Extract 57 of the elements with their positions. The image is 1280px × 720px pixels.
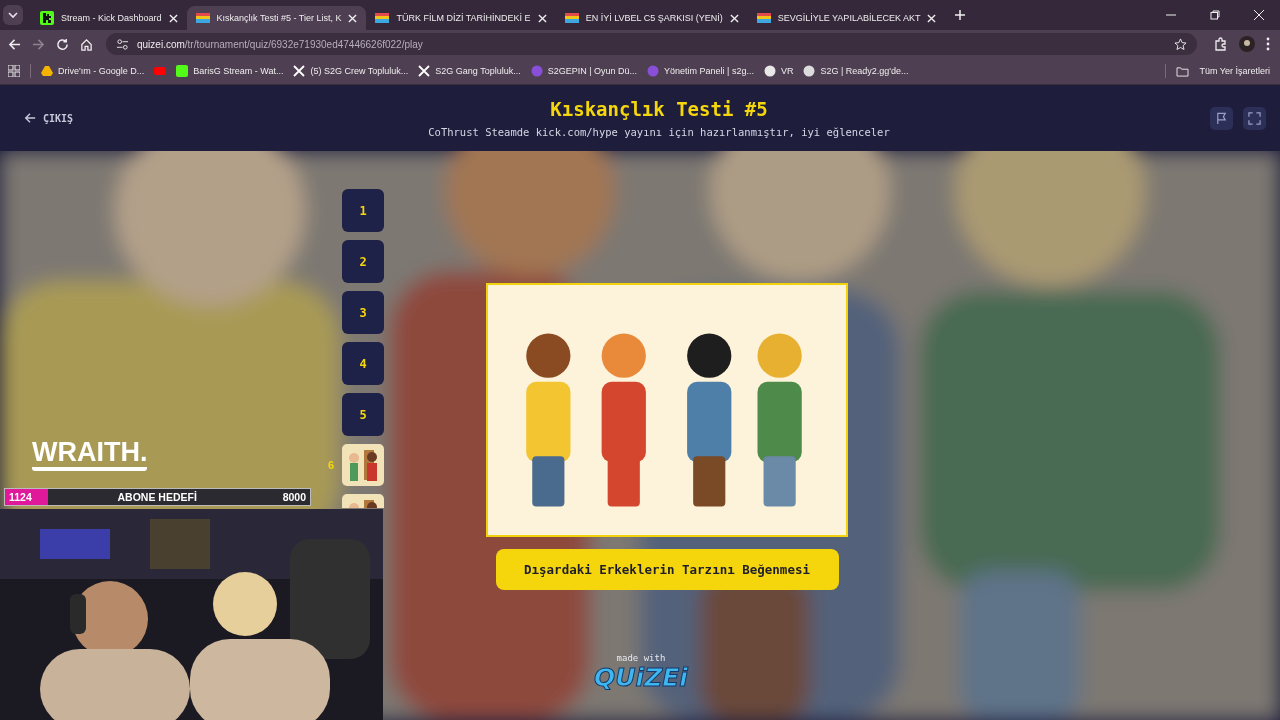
- back-arrow-icon: [24, 112, 36, 124]
- new-tab-icon[interactable]: [955, 10, 966, 20]
- rainbow-icon: [756, 13, 771, 23]
- fullscreen-icon: [1248, 111, 1261, 125]
- browser-tab[interactable]: Kıskançlık Testi #5 - Tier List, K: [186, 6, 367, 30]
- close-icon[interactable]: [927, 13, 937, 23]
- browser-tab[interactable]: SEVGİLİYLE YAPILABİLECEK AKT: [747, 6, 946, 30]
- x-icon: [418, 65, 431, 77]
- bookmark-link[interactable]: BarisG Stream - Wat...: [193, 66, 284, 76]
- browser-tab[interactable]: TÜRK FİLM DİZİ TARİHİNDEKİ E: [366, 6, 556, 30]
- browser-tab[interactable]: Stream - Kick Dashboard: [31, 6, 187, 30]
- all-bookmarks-link[interactable]: Tüm Yer İşaretleri: [1199, 66, 1270, 76]
- report-button[interactable]: [1210, 106, 1233, 130]
- reload-icon[interactable]: [56, 37, 69, 51]
- close-icon[interactable]: [168, 13, 178, 23]
- avatar-icon[interactable]: [1239, 36, 1255, 52]
- play-icon: [154, 65, 167, 77]
- x-icon: [293, 65, 306, 77]
- bookmark-link[interactable]: S2G Gang Topluluk...: [435, 66, 521, 76]
- address-bar[interactable]: quizei.com/tr/tournament/quiz/6932e71930ed47446626f022/play: [106, 33, 1197, 55]
- restore-icon[interactable]: [1210, 10, 1220, 20]
- kick-icon: [40, 11, 54, 25]
- favicon-icon: [176, 65, 189, 77]
- quiz-title: Kıskançlık Testi #5: [549, 98, 769, 120]
- exit-button[interactable]: ÇIKIŞ: [18, 111, 218, 125]
- browser-tab[interactable]: EN İYİ LVBEL C5 ŞARKISI (YENİ): [555, 6, 748, 30]
- star-icon[interactable]: [1174, 37, 1187, 51]
- tab-search-icon[interactable]: [3, 5, 23, 25]
- close-icon[interactable]: [348, 13, 358, 23]
- home-icon[interactable]: [80, 37, 93, 51]
- quiz-subtitle: CoThrust Steamde kick.com/hype yayını için hazırlanmıştır, iyi eğlenceler: [427, 126, 891, 138]
- bookmark-link[interactable]: S2G | Ready2.gg'de...: [820, 66, 909, 76]
- rainbow-icon: [564, 13, 579, 23]
- menu-icon[interactable]: [1266, 37, 1270, 51]
- favicon-icon: [647, 65, 660, 77]
- bookmark-link[interactable]: Drive'ım - Google D...: [58, 66, 145, 76]
- favicon-icon: [763, 65, 776, 77]
- favicon-icon: [530, 65, 543, 77]
- rainbow-icon: [195, 13, 210, 23]
- apps-icon[interactable]: [8, 65, 20, 77]
- puzzle-icon[interactable]: [1214, 37, 1228, 51]
- fullscreen-button[interactable]: [1243, 106, 1266, 130]
- close-icon[interactable]: [537, 13, 547, 23]
- folder-icon: [1176, 65, 1190, 77]
- flag-icon: [1215, 111, 1228, 125]
- close-icon[interactable]: [729, 13, 739, 23]
- globe-icon: [803, 65, 816, 77]
- forward-icon[interactable]: [32, 37, 45, 51]
- bookmark-link[interactable]: S2GEPIN | Oyun Dü...: [547, 66, 638, 76]
- back-icon[interactable]: [8, 37, 21, 51]
- bookmark-link[interactable]: VR: [780, 66, 794, 76]
- close-icon[interactable]: [1254, 10, 1264, 20]
- rainbow-icon: [375, 13, 390, 23]
- favicon-icon: [41, 65, 53, 77]
- site-info-icon: [116, 37, 129, 51]
- bookmark-link[interactable]: Yönetim Paneli | s2g...: [664, 66, 754, 76]
- bookmark-link[interactable]: (5) S2G Crew Topluluk...: [310, 66, 409, 76]
